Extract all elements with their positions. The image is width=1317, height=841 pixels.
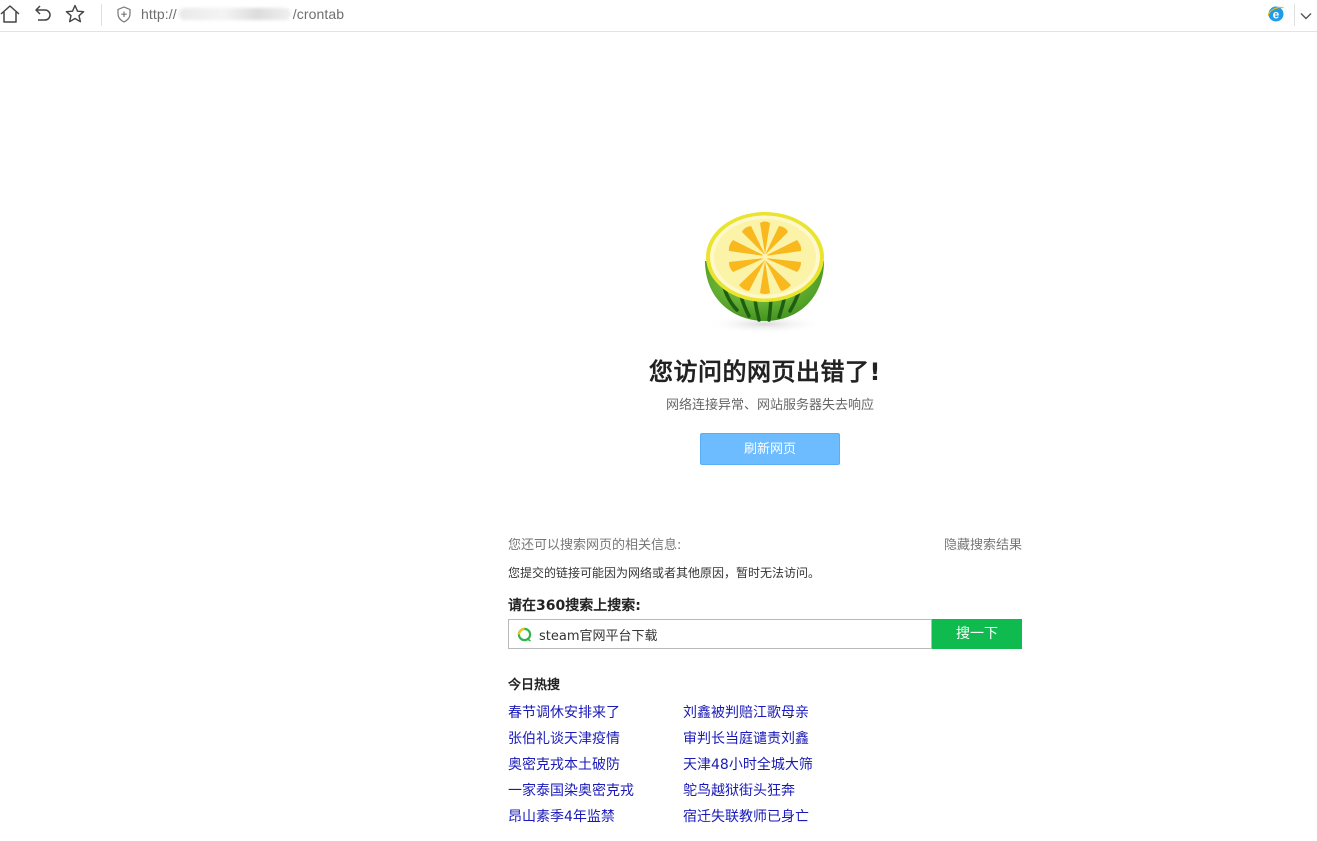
- browser-toolbar: http:// /crontab e: [0, 0, 1317, 32]
- hot-search-link[interactable]: 刘鑫被判赔江歌母亲: [683, 702, 809, 722]
- back-icon[interactable]: [31, 3, 53, 25]
- url-prefix: http://: [141, 6, 177, 22]
- hide-results-link[interactable]: 隐藏搜索结果: [944, 534, 1022, 553]
- error-title: 您访问的网页出错了!: [649, 358, 881, 386]
- error-subtitle: 网络连接异常、网站服务器失去响应: [665, 398, 874, 413]
- url-suffix: /crontab: [292, 6, 345, 22]
- hot-search-link[interactable]: 审判长当庭谴责刘鑫: [683, 728, 809, 748]
- watermelon-lemon-illustration: [693, 204, 838, 343]
- hot-search-link[interactable]: 奥密克戎本土破防: [508, 754, 620, 774]
- hot-search-link[interactable]: 张伯礼谈天津疫情: [508, 728, 620, 748]
- search-button[interactable]: 搜一下: [932, 619, 1022, 649]
- toolbar-divider: [101, 4, 102, 26]
- address-bar[interactable]: http:// /crontab: [141, 6, 344, 22]
- search-box[interactable]: [508, 619, 932, 649]
- favorite-star-icon[interactable]: [64, 3, 86, 25]
- hot-search-link[interactable]: 宿迁失联教师已身亡: [683, 806, 809, 826]
- search-hint-text: 您还可以搜索网页的相关信息:: [508, 538, 682, 553]
- ie-compat-icon[interactable]: e: [1267, 5, 1285, 27]
- search360-logo-icon: [517, 627, 532, 646]
- toolbar-divider: [1294, 4, 1295, 26]
- masked-url-host: [178, 8, 291, 20]
- home-icon[interactable]: [0, 3, 21, 25]
- hot-search-link[interactable]: 昂山素季4年监禁: [508, 806, 615, 826]
- reason-text: 您提交的链接可能因为网络或者其他原因，暂时无法访问。: [508, 566, 821, 580]
- hot-search-link[interactable]: 一家泰国染奥密克戎: [508, 780, 634, 800]
- hot-search-link[interactable]: 天津48小时全城大筛: [683, 754, 813, 774]
- refresh-button[interactable]: 刷新网页: [700, 433, 840, 465]
- search-label: 请在360搜索上搜索:: [508, 598, 641, 614]
- security-shield-icon[interactable]: [116, 6, 132, 27]
- hot-search-title: 今日热搜: [508, 678, 561, 693]
- hot-search-link[interactable]: 春节调休安排来了: [508, 702, 620, 722]
- dropdown-chevron-icon[interactable]: [1299, 8, 1313, 27]
- hot-search-link[interactable]: 鸵鸟越狱街头狂奔: [683, 780, 795, 800]
- search-input[interactable]: [539, 620, 919, 648]
